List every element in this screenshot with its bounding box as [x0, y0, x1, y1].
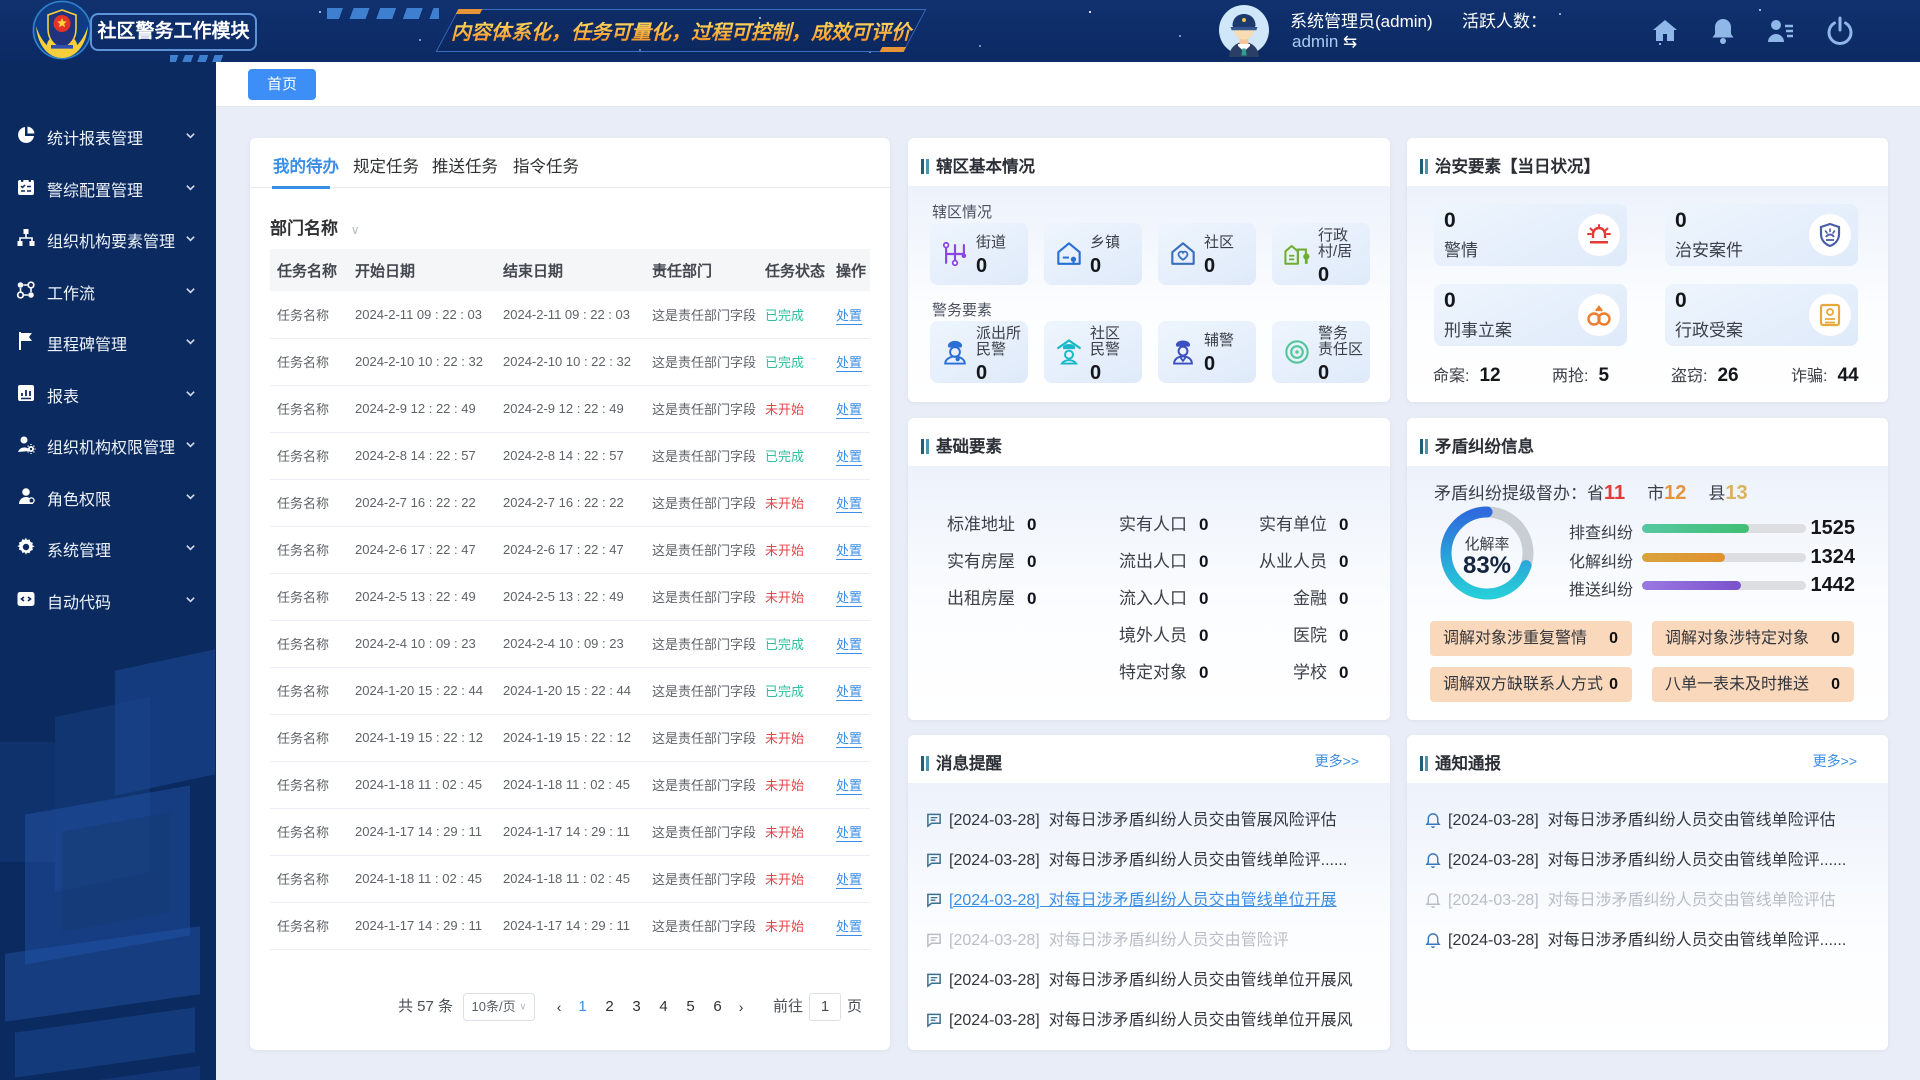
svg-text:化解率: 化解率	[1464, 536, 1509, 553]
svg-text:83%: 83%	[1463, 552, 1511, 579]
